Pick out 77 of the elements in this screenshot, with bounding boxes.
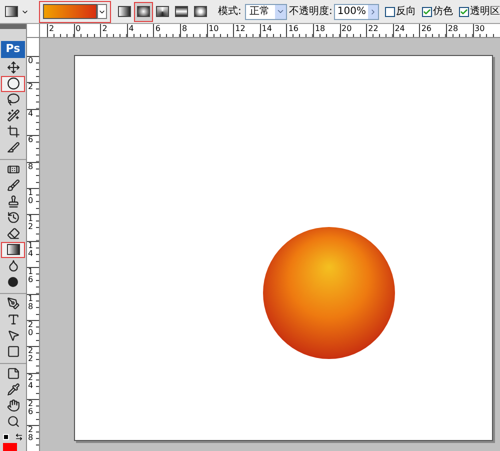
ruler-label: 22 <box>367 24 380 33</box>
lasso-icon <box>6 93 20 106</box>
default-colors-icon[interactable] <box>3 434 9 440</box>
swap-colors-icon[interactable] <box>15 432 23 441</box>
tool-button[interactable] <box>1 76 25 92</box>
gradient-picker[interactable] <box>39 0 111 22</box>
history-brush-icon <box>6 211 20 224</box>
gradient-swatch <box>43 4 97 19</box>
dropdown-button[interactable] <box>97 4 107 19</box>
ruler-label: 24 <box>394 24 406 33</box>
ruler-label: 24 <box>27 374 34 390</box>
ruler-label: 2 <box>48 24 56 33</box>
gradient-type-button[interactable] <box>134 2 153 22</box>
app-logo: Ps <box>1 41 25 58</box>
opacity-label: 不透明度: <box>289 4 332 19</box>
ruler-label: 20 <box>27 320 34 337</box>
checkbox[interactable] <box>422 6 432 16</box>
ruler-label: 8 <box>180 24 188 33</box>
ruler-label: 26 <box>420 24 432 33</box>
ruler-label: 0 <box>27 57 34 65</box>
ruler-label: 26 <box>27 400 34 416</box>
ruler-label: 18 <box>314 24 326 33</box>
caret-icon <box>276 7 286 16</box>
ruler-label: 6 <box>27 136 34 144</box>
brush-icon <box>6 179 20 192</box>
ruler-label: 16 <box>27 268 34 284</box>
magic-wand-icon <box>6 109 20 122</box>
ruler-label: 30 <box>474 24 486 33</box>
ruler-label: 12 <box>27 215 34 232</box>
checkbox[interactable] <box>385 6 395 16</box>
gradient-tool-button[interactable] <box>5 6 29 17</box>
eyedropper-icon <box>6 383 20 396</box>
bandage-icon <box>6 163 20 176</box>
ruler-label: 14 <box>27 242 34 258</box>
ruler-label: 4 <box>27 110 34 118</box>
ruler-label: 14 <box>260 24 273 33</box>
ruler-label: 28 <box>446 24 460 33</box>
eraser-icon <box>6 227 20 240</box>
checkbox[interactable] <box>459 6 469 16</box>
ruler-label: 10 <box>208 24 220 33</box>
foreground-color-swatch[interactable] <box>3 442 17 451</box>
rectangle-icon <box>6 345 20 358</box>
arrow-icon <box>6 329 20 342</box>
ruler-label: 2 <box>27 83 34 92</box>
ruler-label: 18 <box>27 294 34 311</box>
ellipse-marquee-icon <box>6 77 20 90</box>
move-icon <box>6 61 20 74</box>
ruler-label: 20 <box>340 24 353 33</box>
pen-icon <box>6 297 20 310</box>
ruler-label: 16 <box>287 24 300 33</box>
mode-select[interactable]: 正常 <box>245 4 288 20</box>
text-icon <box>6 313 20 326</box>
opacity-field[interactable]: 100% <box>334 4 379 20</box>
crop-icon <box>6 125 20 138</box>
stamp-icon <box>6 195 20 208</box>
ruler-label: 4 <box>128 24 135 33</box>
toolbox-header <box>0 24 26 30</box>
checkbox-label: 仿色 <box>433 5 453 19</box>
checkbox-label: 透明区 <box>470 4 500 19</box>
dodge-icon <box>8 276 18 287</box>
ruler-label: 0 <box>74 24 82 33</box>
tool-button[interactable] <box>1 242 25 258</box>
note-icon <box>6 367 20 380</box>
ruler-label: 22 <box>27 347 34 364</box>
ruler-label: 28 <box>27 426 34 442</box>
mode-label: 模式: <box>218 4 242 19</box>
hand-icon <box>6 399 20 412</box>
slice-icon <box>6 141 20 154</box>
ruler-label: 12 <box>234 24 246 33</box>
checkbox-label: 反向 <box>396 5 416 19</box>
droplet-icon <box>6 259 20 272</box>
ruler-label: 10 <box>27 188 34 205</box>
zoom-icon <box>6 415 20 428</box>
gradient-icon <box>6 244 20 256</box>
ruler-label: 8 <box>27 162 34 171</box>
ruler-label: 6 <box>154 24 162 33</box>
ruler-label: 2 <box>101 24 108 33</box>
